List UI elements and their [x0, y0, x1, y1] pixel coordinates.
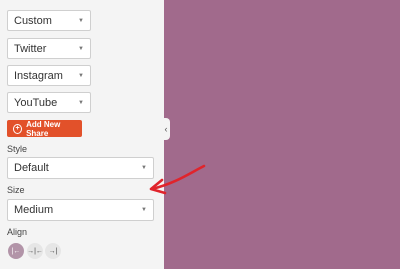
- caret-down-icon: ▼: [78, 17, 84, 24]
- collapse-sidebar-button[interactable]: ‹: [162, 118, 170, 140]
- align-center-icon: →|←: [27, 247, 43, 255]
- caret-down-icon: ▼: [78, 99, 84, 106]
- style-select[interactable]: Default ▼: [7, 157, 154, 179]
- network-select-label: YouTube: [14, 96, 58, 109]
- network-select-twitter[interactable]: Twitter ▼: [7, 38, 91, 59]
- size-select[interactable]: Medium ▼: [7, 199, 154, 221]
- align-left-button[interactable]: |←: [8, 243, 24, 259]
- preview-canvas: [164, 0, 400, 269]
- chevron-left-icon: ‹: [164, 124, 168, 134]
- plus-circle-icon: +: [13, 123, 23, 134]
- network-select-youtube[interactable]: YouTube ▼: [7, 92, 91, 113]
- style-label: Style: [7, 144, 28, 154]
- align-label: Align: [7, 227, 28, 237]
- caret-down-icon: ▼: [78, 72, 84, 79]
- network-select-label: Custom: [14, 14, 52, 27]
- align-center-button[interactable]: →|←: [27, 243, 43, 259]
- align-right-icon: →|: [48, 247, 58, 255]
- annotation-arrow-icon: [149, 164, 206, 195]
- network-select-instagram[interactable]: Instagram ▼: [7, 65, 91, 86]
- caret-down-icon: ▼: [78, 45, 84, 52]
- size-label: Size: [7, 185, 25, 195]
- style-select-value: Default: [14, 162, 49, 174]
- caret-down-icon: ▼: [141, 207, 147, 213]
- network-select-label: Instagram: [14, 69, 63, 82]
- network-select-custom[interactable]: Custom ▼: [7, 10, 91, 31]
- network-select-label: Twitter: [14, 42, 47, 55]
- align-left-icon: |←: [11, 247, 21, 255]
- add-new-share-label: Add New Share: [26, 119, 61, 138]
- settings-sidebar: Custom ▼ Twitter ▼ Instagram ▼ YouTube ▼…: [0, 0, 164, 269]
- align-right-button[interactable]: →|: [45, 243, 61, 259]
- add-new-share-button[interactable]: + Add New Share: [7, 119, 82, 138]
- size-select-value: Medium: [14, 204, 54, 216]
